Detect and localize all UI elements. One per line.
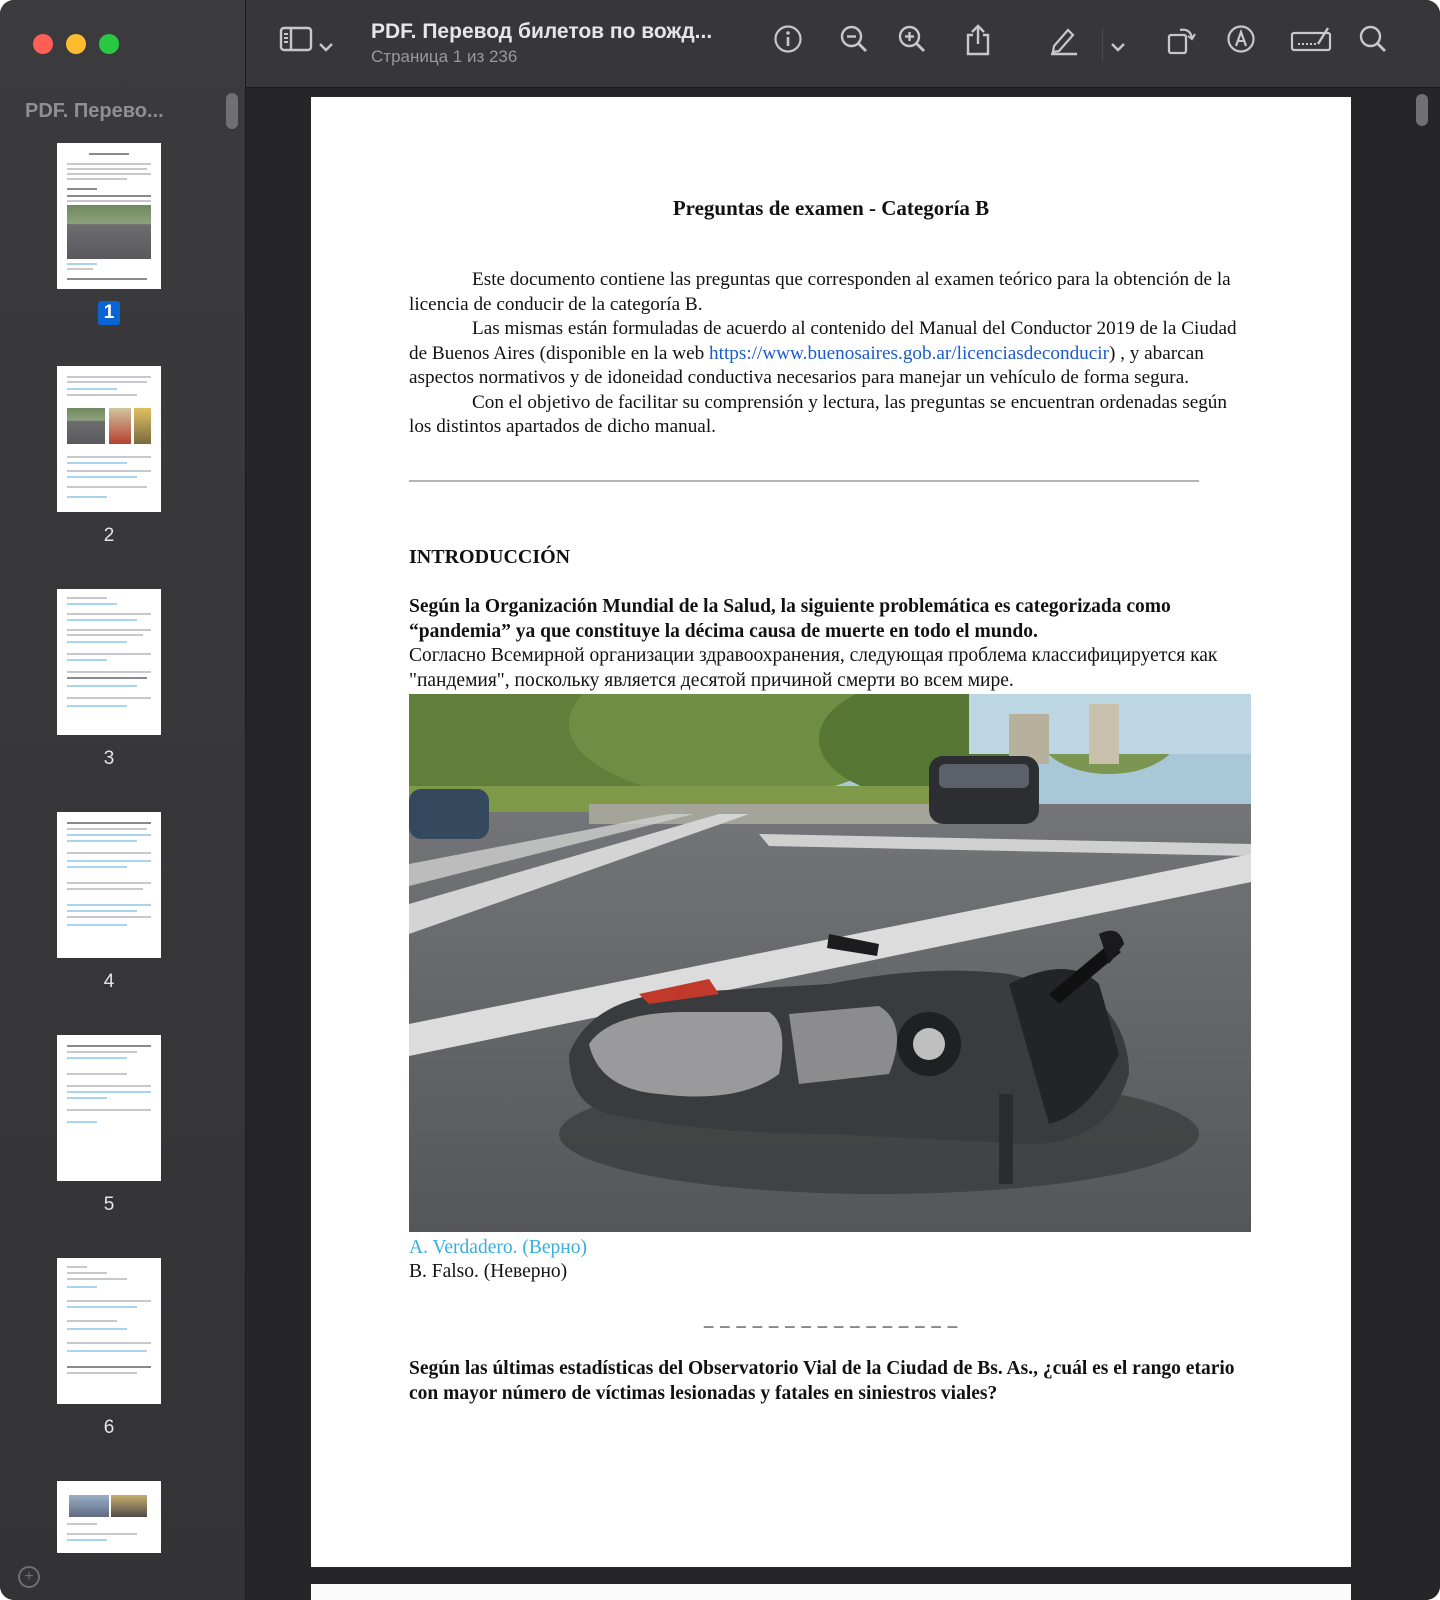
thumbnail-label-6: 6 bbox=[103, 1417, 115, 1438]
pdf-page-1: Preguntas de examen - Categoría B Este d… bbox=[311, 97, 1351, 1567]
toolbar: PDF. Перевод билетов по вожд... Страница… bbox=[246, 0, 1440, 88]
zoom-window-button[interactable] bbox=[99, 34, 119, 54]
sidebar-document-title: PDF. Перево... bbox=[25, 100, 164, 122]
rotate-icon[interactable] bbox=[1161, 24, 1201, 64]
window-controls bbox=[33, 34, 119, 54]
info-icon[interactable] bbox=[768, 24, 808, 64]
thumbnail-page-3[interactable]: 3 bbox=[48, 589, 170, 769]
manual-link[interactable]: https://www.buenosaires.gob.ar/licencias… bbox=[709, 343, 1109, 364]
toolbar-divider bbox=[1102, 28, 1103, 62]
markup-icon[interactable] bbox=[1221, 24, 1261, 64]
highlight-pen-icon[interactable] bbox=[1044, 24, 1084, 64]
document-viewer[interactable]: Preguntas de examen - Categoría B Este d… bbox=[246, 88, 1440, 1600]
thumbnail-label-2: 2 bbox=[103, 525, 115, 546]
section-heading: INTRODUCCIÓN bbox=[409, 546, 571, 568]
document-heading: Preguntas de examen - Categoría B bbox=[672, 196, 990, 220]
thumbnail-page-1-preview[interactable]: 1 bbox=[48, 143, 170, 325]
chevron-down-icon[interactable] bbox=[314, 24, 338, 64]
sidebar-toggle-icon[interactable] bbox=[276, 24, 316, 64]
thumbnail-sidebar: PDF. Перево... 1 2 3 4 5 6 + bbox=[0, 0, 246, 1600]
sidebar-scrollbar[interactable] bbox=[226, 93, 238, 129]
motorcycle-accident-photo bbox=[409, 694, 1251, 1232]
intro-p2: Las mismas están formuladas de acuerdo a… bbox=[409, 317, 1244, 391]
search-icon[interactable] bbox=[1353, 24, 1393, 64]
question-separator: _ _ _ _ _ _ _ _ _ _ _ _ _ _ _ _ bbox=[703, 1309, 959, 1330]
thumbnail-page-7[interactable] bbox=[48, 1481, 170, 1553]
thumbnail-label-3: 3 bbox=[103, 748, 115, 769]
document-title: PDF. Перевод билетов по вожд... bbox=[371, 20, 713, 43]
close-window-button[interactable] bbox=[33, 34, 53, 54]
zoom-in-icon[interactable] bbox=[892, 24, 932, 64]
signature-icon[interactable] bbox=[1288, 24, 1334, 64]
thumbnail-page-2[interactable]: 2 bbox=[48, 366, 170, 546]
answer-option-b: B. Falso. (Неверно) bbox=[409, 1261, 568, 1282]
thumbnail-page-6[interactable]: 6 bbox=[48, 1258, 170, 1438]
intro-p1: Este documento contiene las preguntas qu… bbox=[409, 269, 1231, 315]
intro-p3: Con el objetivo de facilitar su comprens… bbox=[409, 391, 1227, 438]
minimize-window-button[interactable] bbox=[66, 34, 86, 54]
thumbnail-page-4[interactable]: 4 bbox=[48, 812, 170, 992]
document-scrollbar[interactable] bbox=[1416, 94, 1428, 126]
page-indicator: Страница 1 из 236 bbox=[371, 47, 518, 66]
pdf-page-2-edge bbox=[311, 1584, 1351, 1600]
preview-window: PDF. Перево... 1 2 3 4 5 6 + PDF. Перево… bbox=[0, 0, 1440, 1600]
question-1-russian: Согласно Всемирной организации здравоохр… bbox=[409, 645, 1218, 691]
zoom-out-icon[interactable] bbox=[834, 24, 874, 64]
thumbnail-label-1: 1 bbox=[97, 301, 121, 325]
question-2-spanish: Según las últimas estadísticas del Obser… bbox=[409, 1358, 1235, 1404]
intro-paragraph: Este documento contiene las preguntas qu… bbox=[409, 268, 1244, 440]
thumbnail-label-4: 4 bbox=[103, 971, 115, 992]
share-icon[interactable] bbox=[958, 24, 998, 64]
horizontal-rule bbox=[409, 480, 1199, 482]
question-1-spanish: Según la Organización Mundial de la Salu… bbox=[409, 596, 1171, 642]
thumbnail-page-5[interactable]: 5 bbox=[48, 1035, 170, 1215]
answer-option-a: A. Verdadero. (Верно) bbox=[409, 1237, 587, 1258]
markup-chevron-down-icon[interactable] bbox=[1106, 24, 1130, 64]
add-page-icon[interactable]: + bbox=[18, 1566, 40, 1588]
thumbnail-label-5: 5 bbox=[103, 1194, 115, 1215]
